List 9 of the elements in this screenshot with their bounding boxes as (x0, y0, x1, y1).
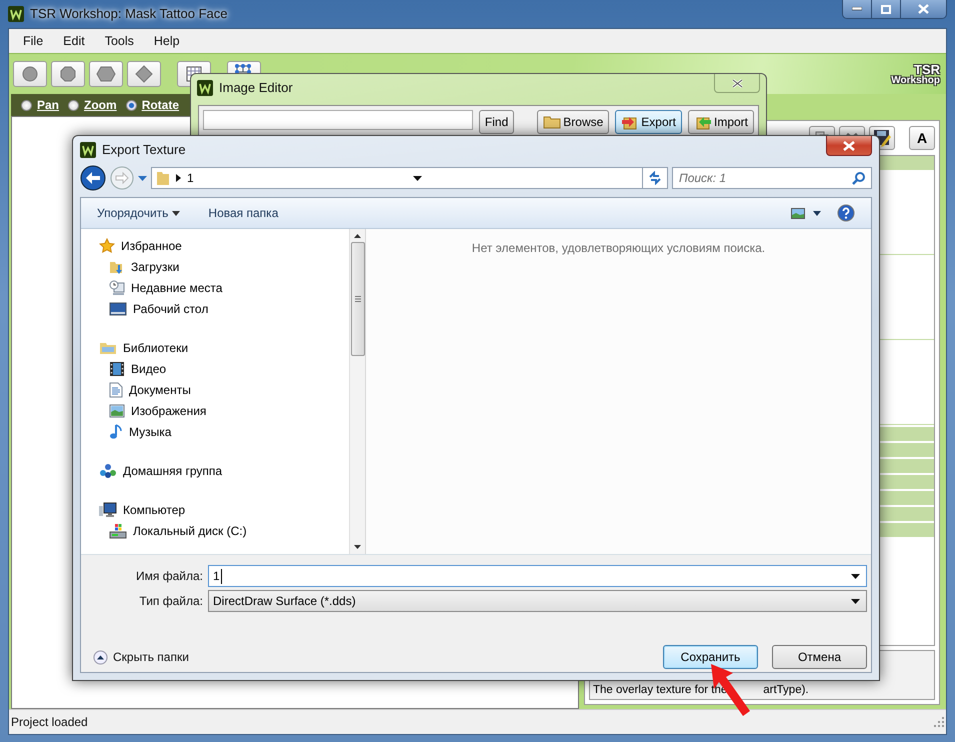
status-text: Project loaded (11, 715, 88, 729)
window-title: TSR Workshop: Mask Tattoo Face (30, 6, 228, 21)
window-title: Image Editor (219, 80, 293, 95)
field-label: Имя файла: (135, 569, 203, 583)
dialog-title: Export Texture (102, 142, 186, 157)
field-label: Тип файла: (138, 594, 203, 608)
description-text: artType). (763, 684, 809, 696)
app-logo: TSR Workshop (891, 64, 940, 86)
empty-message: Нет элементов, удовлетворяющих условиям поиска. (472, 241, 766, 255)
